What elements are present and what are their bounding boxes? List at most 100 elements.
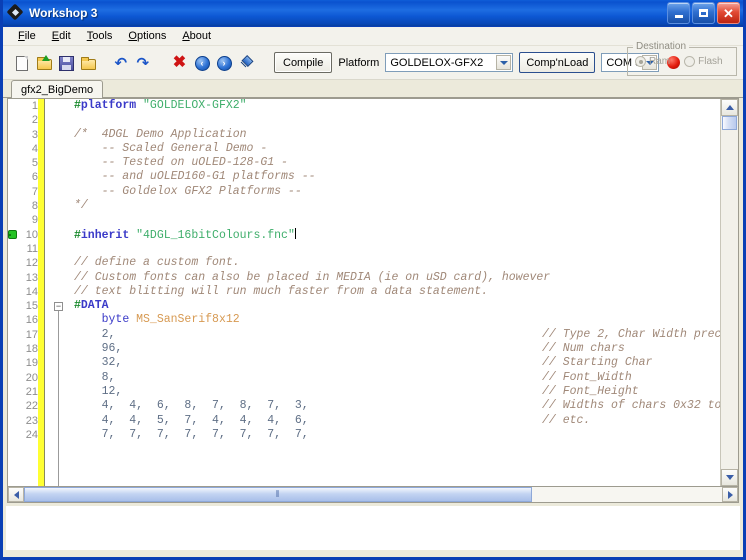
menu-item-about[interactable]: About — [175, 29, 218, 43]
editor-gutter[interactable]: 1 2 3 4 5 6 7 8 9 10 11 12 13 14 15 16 17 18 19 20 21 22 23 24 — [8, 99, 52, 487]
open-file-button[interactable] — [33, 52, 54, 73]
gutter-line[interactable]: 22 — [8, 399, 52, 413]
code-line[interactable]: // text blitting will run much faster fr… — [66, 285, 720, 299]
horizontal-scroll-thumb[interactable]: ⦀ — [24, 487, 532, 503]
vertical-scroll-track[interactable] — [721, 130, 738, 469]
code-line[interactable] — [66, 213, 720, 227]
menu-item-options[interactable]: Options — [121, 29, 173, 43]
horizontal-scroll-track[interactable]: ⦀ — [24, 487, 722, 503]
new-file-button[interactable] — [11, 52, 32, 73]
code-line[interactable]: #platform "GOLDELOX-GFX2" — [66, 99, 720, 113]
menu-item-edit[interactable]: Edit — [45, 29, 78, 43]
fold-toggle[interactable]: − — [54, 301, 63, 311]
clear-bookmarks-icon: ✖ — [172, 53, 187, 71]
code-line[interactable]: #inherit "4DGL_16bitColours.fnc" — [66, 227, 720, 242]
scroll-left-button[interactable] — [8, 487, 24, 503]
gutter-line[interactable]: 9 — [8, 213, 52, 227]
menu-item-tools[interactable]: Tools — [80, 29, 120, 43]
save-file-icon — [58, 55, 74, 71]
tab-gfx2-bigdemo[interactable]: gfx2_BigDemo — [11, 80, 104, 98]
code-line[interactable]: 2, // Type 2, Char Width preceeds ch — [66, 328, 720, 342]
gutter-line[interactable]: 14 — [8, 285, 52, 299]
open-file-icon — [36, 54, 52, 71]
gutter-line[interactable]: 7 — [8, 185, 52, 199]
destination-flash-radio[interactable]: Flash — [684, 56, 723, 67]
output-panel — [6, 506, 740, 550]
compile-button[interactable]: Compile — [274, 52, 333, 73]
gutter-line[interactable]: 3 — [8, 128, 52, 142]
gutter-line[interactable]: 18 — [8, 342, 52, 356]
code-token: 2, — [101, 327, 116, 341]
code-line[interactable]: /* 4DGL Demo Application — [66, 128, 720, 142]
prev-bookmark-icon: ‹ — [194, 55, 210, 71]
gutter-line[interactable]: 12 — [8, 256, 52, 270]
gutter-line[interactable]: 19 — [8, 356, 52, 370]
gutter-line[interactable]: 13 — [8, 271, 52, 285]
code-line[interactable]: 4, 4, 6, 8, 7, 8, 7, 3, // Widths of char… — [66, 399, 720, 413]
undo-button[interactable]: ↶ — [112, 52, 133, 73]
code-line[interactable]: // define a custom font. — [66, 256, 720, 270]
editor-fold-column[interactable]: − — [52, 99, 66, 487]
gutter-line[interactable]: 15 — [8, 299, 52, 313]
code-line[interactable]: 7, 7, 7, 7, 7, 7, 7, 7, — [66, 428, 720, 442]
gutter-line[interactable]: 4 — [8, 142, 52, 156]
gutter-line[interactable]: 17 — [8, 328, 52, 342]
gutter-line[interactable]: 10 — [8, 228, 52, 242]
gutter-line[interactable]: 6 — [8, 170, 52, 184]
gutter-line[interactable]: 5 — [8, 156, 52, 170]
gutter-line[interactable]: 21 — [8, 385, 52, 399]
code-line[interactable]: #DATA — [66, 299, 720, 313]
code-line[interactable]: -- Goldelox GFX2 Platforms -- — [66, 185, 720, 199]
scroll-right-button[interactable] — [722, 487, 738, 503]
gutter-line[interactable]: 20 — [8, 371, 52, 385]
toggle-bookmark-button[interactable] — [235, 52, 256, 73]
gutter-line[interactable]: 23 — [8, 414, 52, 428]
code-line[interactable]: 8, // Font_Width — [66, 371, 720, 385]
code-line[interactable]: // Custom fonts can also be placed in ME… — [66, 271, 720, 285]
code-line[interactable]: -- Tested on uOLED-128-G1 - — [66, 156, 720, 170]
gutter-line[interactable]: 8 — [8, 199, 52, 213]
next-bookmark-button[interactable]: › — [213, 52, 234, 73]
menu-item-file[interactable]: File — [11, 29, 43, 43]
gutter-line[interactable]: 16 — [8, 313, 52, 327]
comprload-button[interactable]: Comp'nLoad — [519, 52, 596, 73]
line-number: 16 — [25, 314, 38, 327]
redo-button[interactable]: ↷ — [134, 52, 155, 73]
gutter-line[interactable]: 1 — [8, 99, 52, 113]
prev-bookmark-button[interactable]: ‹ — [191, 52, 212, 73]
editor-horizontal-scrollbar[interactable]: ⦀ — [7, 486, 739, 504]
code-line[interactable]: 96, // Num chars — [66, 342, 720, 356]
clear-bookmarks-button[interactable]: ✖ — [169, 52, 190, 73]
save-file-button[interactable] — [55, 52, 76, 73]
platform-chevron-down-icon[interactable] — [496, 55, 512, 70]
destination-ram-radio[interactable]: Ram — [635, 56, 670, 67]
window-bottom-filler — [3, 553, 743, 557]
code-line[interactable]: */ — [66, 199, 720, 213]
minimize-button[interactable] — [667, 2, 690, 24]
code-token: 96, — [101, 342, 123, 356]
line-number: 1 — [31, 100, 38, 112]
gutter-line[interactable]: 11 — [8, 242, 52, 256]
platform-combobox[interactable]: GOLDELOX-GFX2 — [385, 53, 514, 72]
close-button[interactable]: ✕ — [717, 2, 740, 24]
code-line[interactable] — [66, 242, 720, 256]
editor-vertical-scrollbar[interactable] — [720, 99, 738, 487]
maximize-button[interactable] — [692, 2, 715, 24]
code-line[interactable]: byte MS_SanSerif8x12 — [66, 313, 720, 327]
code-line[interactable]: 12, // Font_Height — [66, 385, 720, 399]
code-line[interactable]: 4, 4, 5, 7, 4, 4, 4, 6, // etc. — [66, 414, 720, 428]
scroll-up-button[interactable] — [721, 99, 738, 116]
code-line[interactable]: 32, // Starting Char — [66, 356, 720, 370]
gutter-line[interactable]: 24 — [8, 428, 52, 442]
folder-button[interactable] — [77, 52, 98, 73]
code-line[interactable] — [66, 113, 720, 127]
code-line[interactable]: -- Scaled General Demo - — [66, 142, 720, 156]
code-text-area[interactable]: #platform "GOLDELOX-GFX2" /* 4DGL Demo Ap… — [66, 99, 720, 487]
bookmark-marker-icon[interactable] — [8, 229, 17, 240]
scroll-down-button[interactable] — [721, 469, 738, 487]
code-line[interactable]: -- and uOLED160-G1 platforms -- — [66, 170, 720, 184]
gutter-line[interactable]: 2 — [8, 113, 52, 127]
chevron-right-icon — [727, 490, 733, 499]
vertical-scroll-thumb[interactable] — [722, 116, 737, 130]
